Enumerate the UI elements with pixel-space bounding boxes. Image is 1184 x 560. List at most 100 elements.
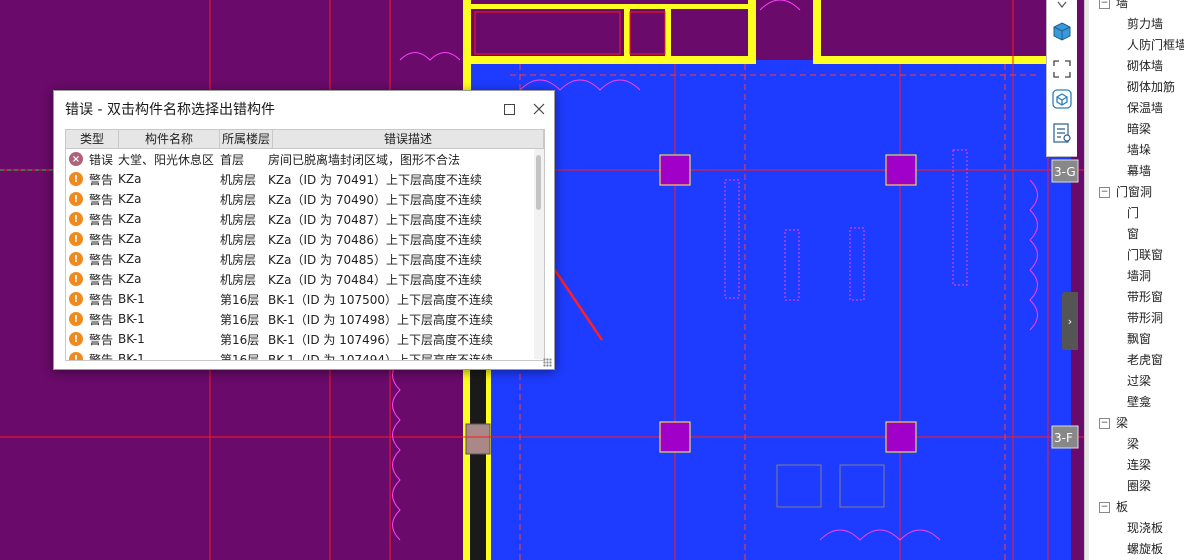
row-component-name[interactable]: KZa [118,192,220,206]
tree-item[interactable]: 门联窗 [1127,245,1163,266]
close-button[interactable] [524,91,554,127]
row-component-name[interactable]: BK-1 [118,312,220,326]
collapse-toggle-icon[interactable]: − [1099,418,1110,429]
row-description: KZa（ID 为 70485）上下层高度不连续 [268,252,483,267]
column-header-floor[interactable]: 所属楼层 [220,130,273,148]
row-description: KZa（ID 为 70486）上下层高度不连续 [268,232,483,247]
collapse-toggle-icon[interactable]: − [1099,0,1110,9]
tree-item-label: 连梁 [1127,458,1152,472]
table-row[interactable]: ! 警告 KZa 机房层 KZa（ID 为 70484）上下层高度不连续 [66,269,532,289]
view-3d-icon[interactable] [1051,88,1073,110]
row-type-label: 警告 [89,172,114,187]
table-row[interactable]: ! 警告 KZa 机房层 KZa（ID 为 70490）上下层高度不连续 [66,189,532,209]
column-header-type[interactable]: 类型 [66,130,119,148]
row-description: KZa（ID 为 70484）上下层高度不连续 [268,272,483,287]
row-type-label: 错误 [89,152,114,167]
tree-item[interactable]: 螺旋板 [1127,539,1163,560]
tree-item[interactable]: 幕墙 [1127,161,1151,182]
tree-group-label: 门窗洞 [1116,185,1153,199]
row-component-name[interactable]: KZa [118,232,220,246]
row-component-name[interactable]: KZa [118,272,220,286]
cube-icon[interactable] [1051,20,1073,42]
row-component-name[interactable]: KZa [118,172,220,186]
resize-grip[interactable] [543,358,552,367]
table-row[interactable]: ! 警告 BK-1 第16层 BK-1（ID 为 107494）上下层高度不连续 [66,349,532,360]
tree-item-label: 带形洞 [1127,311,1164,325]
row-type-label: 警告 [89,232,114,247]
tree-group[interactable]: − 门窗洞 [1099,182,1152,203]
tree-item-label: 砌体加筋 [1127,80,1176,94]
tree-item[interactable]: 带形窗 [1127,287,1163,308]
column-header-desc[interactable]: 错误描述 [273,130,544,148]
table-row[interactable]: × 错误 大堂、阳光休息区 首层 房间已脱离墙封闭区域，图形不合法 [66,149,532,169]
row-description: BK-1（ID 为 107500）上下层高度不连续 [268,292,494,307]
tree-item[interactable]: 老虎窗 [1127,350,1163,371]
table-header: 类型 构件名称 所属楼层 错误描述 [66,130,544,149]
tree-group-label: 板 [1116,500,1129,514]
panel-scrollbar[interactable] [1085,0,1089,560]
warning-icon: ! [69,232,83,246]
error-table: 类型 构件名称 所属楼层 错误描述 × 错误 大堂、阳光休息区 首层 房间已脱离墙封闭区… [65,129,545,361]
tree-item-label: 暗梁 [1127,122,1152,136]
tree-item[interactable]: 连梁 [1127,455,1151,476]
panel-collapse-button[interactable]: › [1062,292,1078,350]
row-component-name[interactable]: KZa [118,212,220,226]
maximize-icon [503,103,515,115]
property-list-icon[interactable] [1051,122,1073,144]
table-scrollbar[interactable] [534,149,544,359]
tree-item[interactable]: 门 [1127,203,1139,224]
tree-item[interactable]: 梁 [1127,434,1139,455]
tree-group-label: 梁 [1116,416,1129,430]
tree-item[interactable]: 暗梁 [1127,119,1151,140]
table-row[interactable]: ! 警告 BK-1 第16层 BK-1（ID 为 107498）上下层高度不连续 [66,309,532,329]
tree-item[interactable]: 砌体墙 [1127,56,1163,77]
row-description: KZa（ID 为 70490）上下层高度不连续 [268,192,483,207]
row-floor: 机房层 [220,192,257,207]
table-row[interactable]: ! 警告 KZa 机房层 KZa（ID 为 70485）上下层高度不连续 [66,249,532,269]
chevron-down-icon[interactable] [1051,0,1073,10]
tree-item[interactable]: 保温墙 [1127,98,1163,119]
row-component-name[interactable]: BK-1 [118,332,220,346]
row-type-label: 警告 [89,292,114,307]
row-component-name[interactable]: KZa [118,252,220,266]
row-component-name[interactable]: 大堂、阳光休息区 [118,151,220,168]
row-type: ! 警告 [66,171,118,188]
scroll-thumb[interactable] [536,155,541,210]
row-type-label: 警告 [89,252,114,267]
tree-item[interactable]: 墙洞 [1127,266,1151,287]
tree-item[interactable]: 剪力墙 [1127,14,1163,35]
tree-item[interactable]: 过梁 [1127,371,1151,392]
row-floor: 机房层 [220,272,257,287]
table-row[interactable]: ! 警告 KZa 机房层 KZa（ID 为 70487）上下层高度不连续 [66,209,532,229]
dialog-titlebar[interactable]: 错误 - 双击构件名称选择出错构件 [54,91,554,127]
table-row[interactable]: ! 警告 BK-1 第16层 BK-1（ID 为 107500）上下层高度不连续 [66,289,532,309]
tree-item[interactable]: 圈梁 [1127,476,1151,497]
tree-item-label: 过梁 [1127,374,1152,388]
maximize-button[interactable] [494,91,524,127]
tree-item[interactable]: 飘窗 [1127,329,1151,350]
row-description: KZa（ID 为 70491）上下层高度不连续 [268,172,483,187]
fullscreen-icon[interactable] [1051,58,1073,80]
tree-item[interactable]: 壁龛 [1127,392,1151,413]
tree-item[interactable]: 人防门框墙 [1127,35,1184,56]
tree-group[interactable]: − 板 [1099,497,1128,518]
tree-item[interactable]: 窗 [1127,224,1139,245]
tree-item[interactable]: 现浇板 [1127,518,1163,539]
tree-group[interactable]: − 墙 [1099,0,1128,14]
tree-item[interactable]: 墙垛 [1127,140,1151,161]
column-header-name[interactable]: 构件名称 [119,130,220,148]
table-row[interactable]: ! 警告 KZa 机房层 KZa（ID 为 70486）上下层高度不连续 [66,229,532,249]
tree-item[interactable]: 砌体加筋 [1127,77,1175,98]
row-component-name[interactable]: BK-1 [118,352,220,360]
row-type-label: 警告 [89,212,114,227]
warning-icon: ! [69,332,83,346]
row-component-name[interactable]: BK-1 [118,292,220,306]
tree-group[interactable]: − 梁 [1099,413,1128,434]
collapse-toggle-icon[interactable]: − [1099,187,1110,198]
row-floor: 第16层 [220,332,260,347]
collapse-toggle-icon[interactable]: − [1099,502,1110,513]
tree-item[interactable]: 带形洞 [1127,308,1163,329]
table-row[interactable]: ! 警告 BK-1 第16层 BK-1（ID 为 107496）上下层高度不连续 [66,329,532,349]
table-row[interactable]: ! 警告 KZa 机房层 KZa（ID 为 70491）上下层高度不连续 [66,169,532,189]
row-type-label: 警告 [89,192,114,207]
